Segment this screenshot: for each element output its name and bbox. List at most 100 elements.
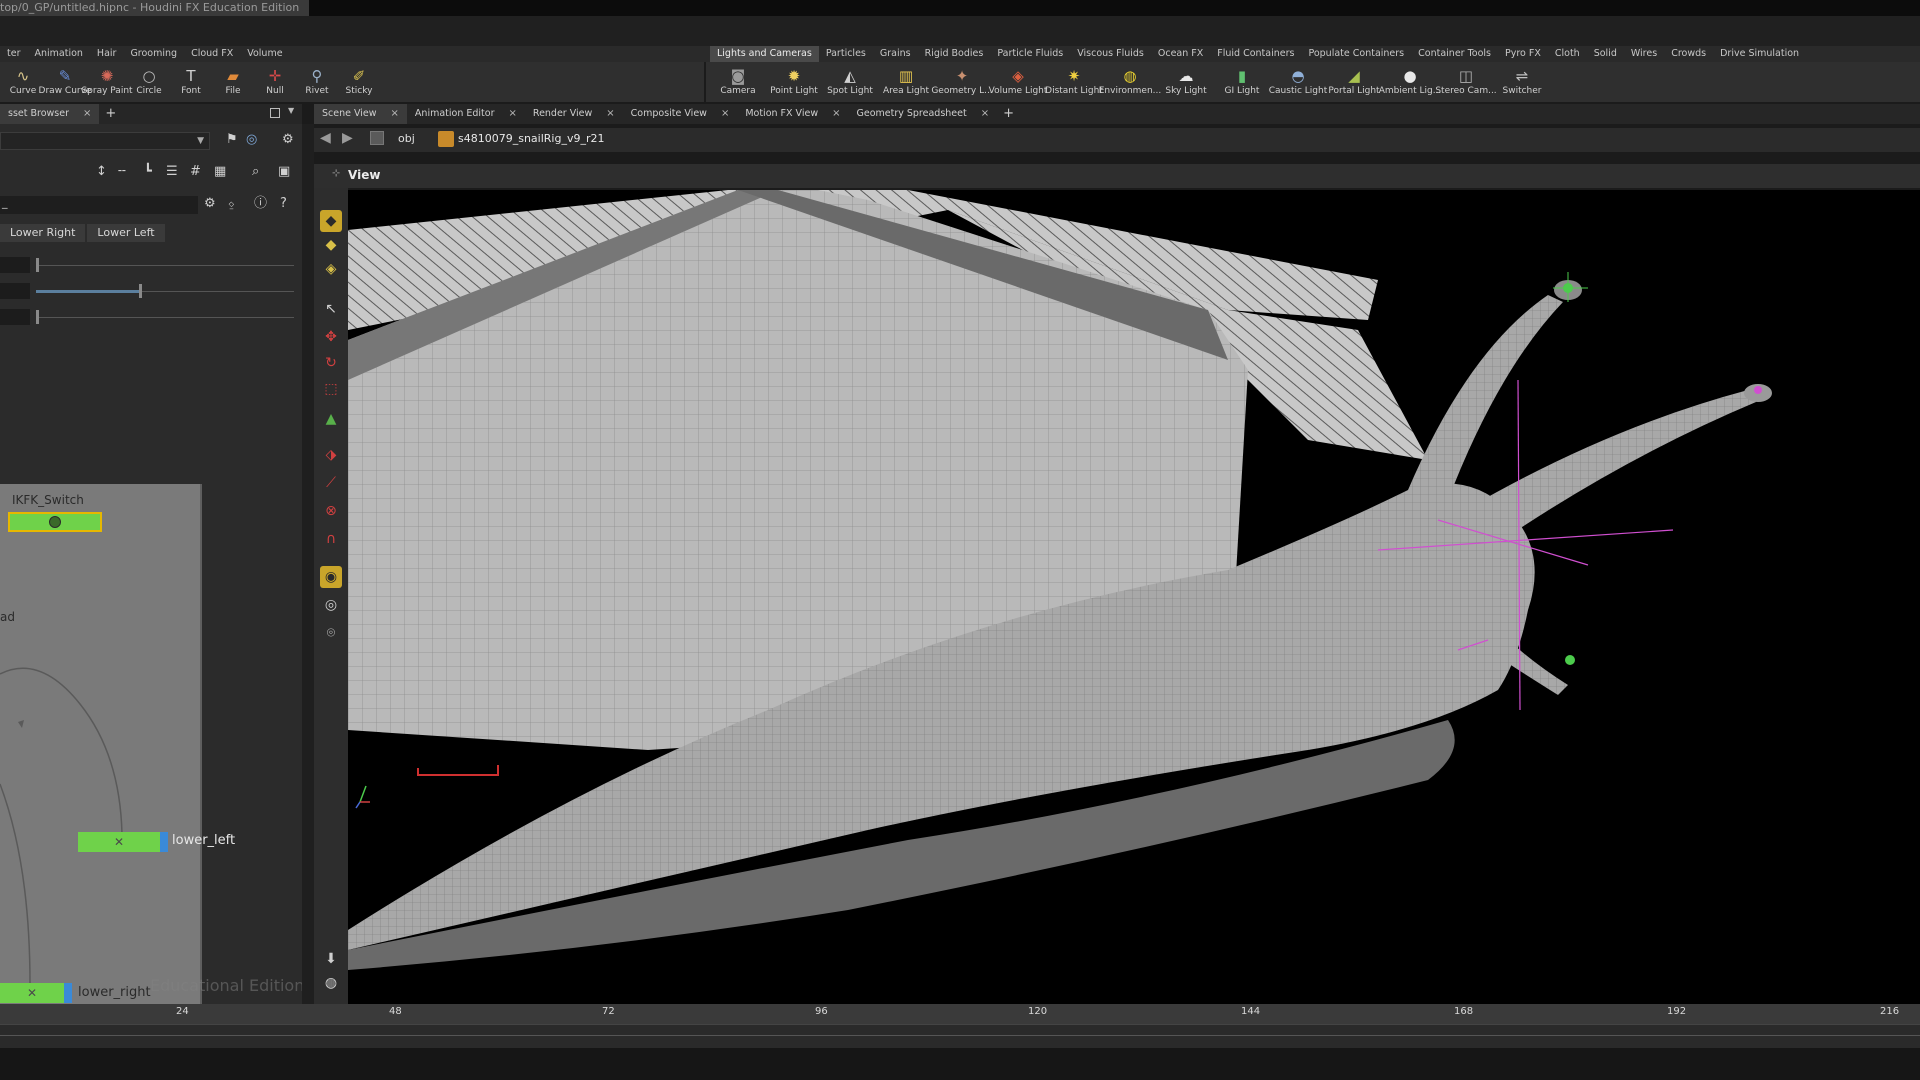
tool-environment-light[interactable]: ◍ Environmen... xyxy=(1099,66,1162,97)
slider-track[interactable] xyxy=(36,317,294,318)
snap-grid-icon[interactable]: ▦ xyxy=(214,164,226,180)
tab-animation-editor[interactable]: Animation Editor × xyxy=(407,104,525,124)
param-value-field[interactable] xyxy=(0,283,30,299)
shelf-tab[interactable]: Rigid Bodies xyxy=(918,46,991,62)
grid-icon[interactable]: # xyxy=(190,164,201,180)
snap-icon[interactable]: ⬇ xyxy=(320,948,342,970)
path-root[interactable]: obj xyxy=(398,132,415,145)
slider-handle[interactable] xyxy=(36,310,39,324)
tree-icon[interactable]: ┗ xyxy=(144,164,152,180)
param-name-field[interactable]: _ xyxy=(0,196,198,214)
shelf-tab[interactable]: Lights and Cameras xyxy=(710,46,819,62)
node-lower-right[interactable]: ✕ xyxy=(0,983,72,1003)
shelf-tab[interactable]: Cloud FX xyxy=(184,46,240,62)
orbit-icon[interactable]: ⌾ xyxy=(320,622,342,644)
close-icon[interactable]: × xyxy=(606,104,614,124)
chevron-down-icon[interactable]: ▼ xyxy=(288,106,294,115)
help-icon[interactable]: ? xyxy=(280,196,287,212)
shelf-tab[interactable]: Drive Simulation xyxy=(1713,46,1806,62)
magnet-icon[interactable]: ∩ xyxy=(320,528,342,550)
shelf-tab[interactable]: Solid xyxy=(1587,46,1624,62)
tool-gi-light[interactable]: ▮ GI Light xyxy=(1214,66,1270,97)
gear-icon[interactable]: ⚙ xyxy=(282,132,294,148)
collapse-icon[interactable]: ╌ xyxy=(118,164,126,180)
tool-stereo-camera[interactable]: ◫ Stereo Cam... xyxy=(1435,66,1496,97)
tab-composite-view[interactable]: Composite View × xyxy=(623,104,738,124)
shelf-tab[interactable]: Grooming xyxy=(123,46,184,62)
shelf-tab[interactable]: Grains xyxy=(873,46,918,62)
bone-icon[interactable]: ⟋ xyxy=(320,472,342,494)
gear-icon[interactable]: ⚙ xyxy=(204,196,216,212)
info-icon[interactable]: ⓘ xyxy=(254,196,267,212)
tool-camera[interactable]: ◙ Camera xyxy=(710,66,766,97)
select-icon[interactable]: ◆ xyxy=(320,210,342,232)
maximize-icon[interactable] xyxy=(270,108,280,118)
add-tab-icon[interactable]: + xyxy=(99,106,122,122)
forward-arrow-icon[interactable]: ▶ xyxy=(342,130,353,146)
pin-icon[interactable]: ⚑ xyxy=(226,132,238,148)
shelf-tab[interactable]: Ocean FX xyxy=(1151,46,1210,62)
shelf-tab[interactable]: Populate Containers xyxy=(1301,46,1411,62)
tool-spray-paint[interactable]: ✺ Spray Paint xyxy=(81,66,132,97)
view-icon[interactable]: ◉ xyxy=(320,566,342,588)
tool-volume-light[interactable]: ◈ Volume Light xyxy=(989,66,1048,97)
slider-track[interactable] xyxy=(36,265,294,266)
tool-caustic-light[interactable]: ◓ Caustic Light xyxy=(1269,66,1328,97)
tool-sticky[interactable]: ✐ Sticky xyxy=(338,66,380,97)
shelf-tab[interactable]: Cloth xyxy=(1548,46,1587,62)
pose-icon[interactable]: ⬗ xyxy=(320,444,342,466)
capture-icon[interactable]: ⊗ xyxy=(320,500,342,522)
tab-scene-view[interactable]: Scene View × xyxy=(314,104,407,124)
shelf-tab[interactable]: Fluid Containers xyxy=(1210,46,1301,62)
slider-handle[interactable] xyxy=(36,258,39,272)
tool-switcher[interactable]: ⇌ Switcher xyxy=(1494,66,1550,97)
path-node[interactable]: s4810079_snailRig_v9_r21 xyxy=(458,132,605,145)
select-points-icon[interactable]: ◈ xyxy=(320,258,342,280)
slider-handle[interactable] xyxy=(139,284,143,298)
eye-control-handle[interactable] xyxy=(1754,386,1762,394)
shelf-tab[interactable]: Wires xyxy=(1624,46,1664,62)
view-menu-icon[interactable]: ⊹ xyxy=(332,168,340,179)
node-ikfk-switch[interactable] xyxy=(8,512,102,532)
timeline-ruler[interactable]: 24 48 72 96 120 144 168 192 216 xyxy=(0,1004,1920,1024)
list-icon[interactable]: ☰ xyxy=(166,164,178,180)
shelf-tab[interactable]: Volume xyxy=(240,46,289,62)
shelf-tab[interactable]: Animation xyxy=(27,46,89,62)
shelf-tab[interactable]: Pyro FX xyxy=(1498,46,1548,62)
tool-ambient-light[interactable]: ● Ambient Lig... xyxy=(1379,66,1442,97)
tab-lower-left[interactable]: Lower Left xyxy=(87,224,165,242)
tool-geometry-light[interactable]: ✦ Geometry L... xyxy=(931,66,992,97)
select-group-icon[interactable]: ◆ xyxy=(320,234,342,256)
tab-motion-fx-view[interactable]: Motion FX View × xyxy=(737,104,848,124)
add-tab-icon[interactable]: + xyxy=(997,106,1020,122)
tool-file[interactable]: ▰ File xyxy=(212,66,254,97)
camera-view-icon[interactable]: ◎ xyxy=(320,594,342,616)
tentacle-control-handle[interactable] xyxy=(1565,655,1575,665)
search-icon[interactable]: ⌕ xyxy=(252,164,259,180)
tool-null[interactable]: ✛ Null xyxy=(254,66,296,97)
playbar[interactable] xyxy=(0,1024,1920,1048)
shelf-tab[interactable]: Crowds xyxy=(1664,46,1713,62)
shelf-tab[interactable]: Particle Fluids xyxy=(990,46,1070,62)
shelf-tab[interactable]: Viscous Fluids xyxy=(1070,46,1151,62)
frame-icon[interactable]: ▣ xyxy=(278,164,290,180)
tool-portal-light[interactable]: ◢ Portal Light xyxy=(1326,66,1382,97)
tool-font[interactable]: T Font xyxy=(170,66,212,97)
shelf-tab[interactable]: Container Tools xyxy=(1411,46,1498,62)
tool-spot-light[interactable]: ◭ Spot Light xyxy=(822,66,878,97)
shelf-tab[interactable]: Particles xyxy=(819,46,873,62)
handle-icon[interactable]: ▲ xyxy=(320,408,342,430)
tool-sky-light[interactable]: ☁ Sky Light xyxy=(1158,66,1214,97)
sort-icon[interactable]: ↕ xyxy=(96,164,107,180)
move-icon[interactable]: ✥ xyxy=(320,326,342,348)
tool-distant-light[interactable]: ✷ Distant Light xyxy=(1045,66,1103,97)
tab-geometry-spreadsheet[interactable]: Geometry Spreadsheet × xyxy=(848,104,997,124)
tool-circle[interactable]: ○ Circle xyxy=(128,66,170,97)
close-icon[interactable]: × xyxy=(83,104,91,124)
scale-icon[interactable]: ⬚ xyxy=(320,378,342,400)
viewport-canvas[interactable] xyxy=(348,190,1920,1004)
scene-viewport[interactable] xyxy=(348,190,1920,1004)
node-dropdown[interactable]: ▼ xyxy=(0,132,210,150)
close-icon[interactable]: × xyxy=(391,104,399,124)
tab-asset-browser[interactable]: sset Browser × xyxy=(0,104,100,124)
